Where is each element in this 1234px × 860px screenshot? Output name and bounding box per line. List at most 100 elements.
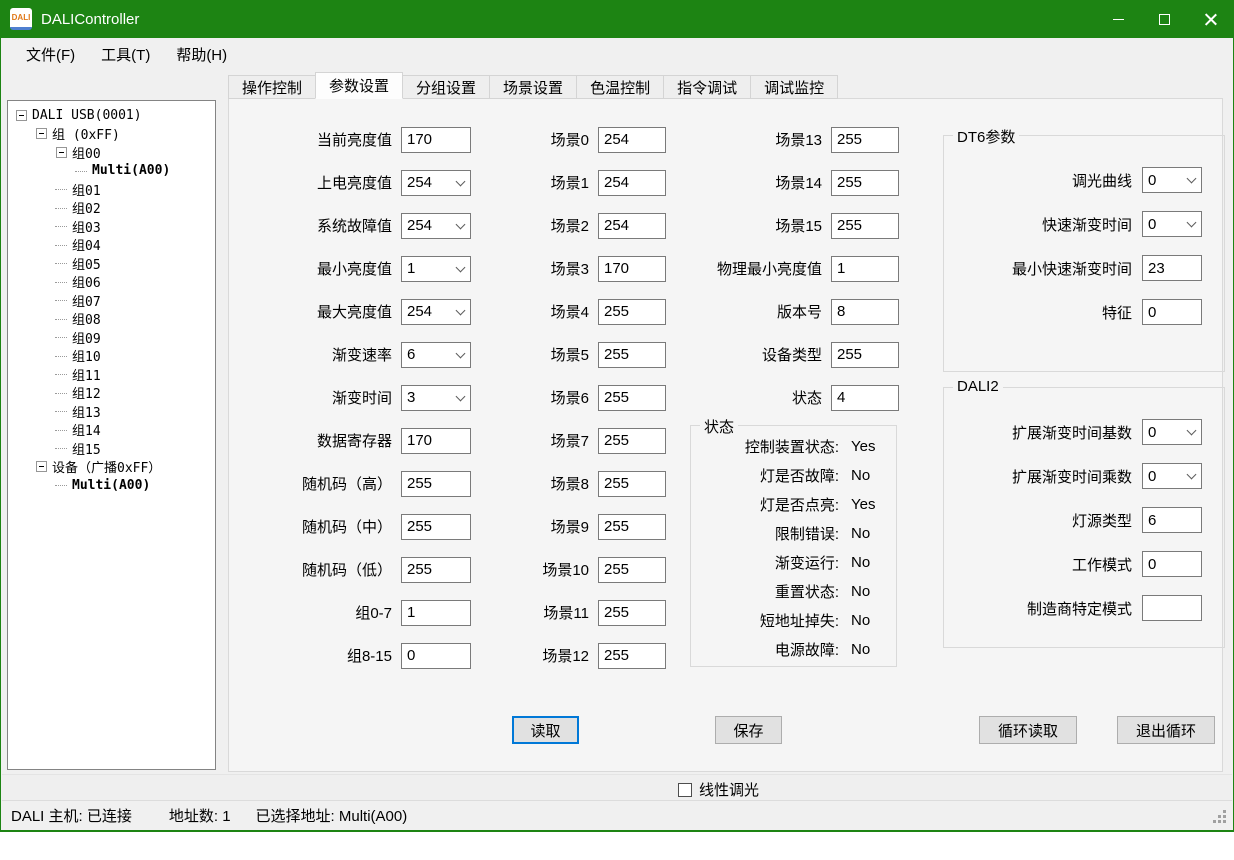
- param-label: 渐变时间: [237, 387, 392, 408]
- field-input[interactable]: [1142, 507, 1202, 533]
- scene-input[interactable]: [598, 213, 666, 239]
- loop-read-button[interactable]: 循环读取: [979, 716, 1077, 744]
- scene-input[interactable]: [598, 600, 666, 626]
- tab[interactable]: 分组设置: [402, 75, 490, 99]
- tab[interactable]: 调试监控: [750, 75, 838, 99]
- tab[interactable]: 参数设置: [315, 72, 403, 99]
- exit-loop-button[interactable]: 退出循环: [1117, 716, 1215, 744]
- scene-input[interactable]: [598, 170, 666, 196]
- menu-item[interactable]: 工具(T): [88, 38, 163, 71]
- read-button[interactable]: 读取: [512, 716, 579, 744]
- param-input[interactable]: [401, 471, 471, 497]
- scene-input[interactable]: [598, 471, 666, 497]
- param-input[interactable]: [401, 557, 471, 583]
- scene-label: 场景9: [489, 516, 589, 537]
- param-row: 渐变时间: [237, 376, 471, 419]
- info-input[interactable]: [831, 256, 899, 282]
- tree-item[interactable]: 组00: [8, 143, 215, 162]
- scene-input[interactable]: [598, 514, 666, 540]
- param-row: 随机码（中）: [237, 505, 471, 548]
- scene-input[interactable]: [598, 342, 666, 368]
- param-input[interactable]: [401, 127, 471, 153]
- linear-dimming-checkbox-row: 线性调光: [678, 779, 759, 800]
- info-field: [831, 256, 899, 282]
- tree-expander-icon[interactable]: [36, 461, 47, 472]
- linear-dimming-checkbox[interactable]: [678, 783, 692, 797]
- param-input[interactable]: [401, 643, 471, 669]
- save-button[interactable]: 保存: [715, 716, 782, 744]
- tree-item[interactable]: 组06: [8, 273, 215, 292]
- menu-item[interactable]: 帮助(H): [163, 38, 240, 71]
- tree-item[interactable]: 组 (0xFF): [8, 125, 215, 144]
- tree-item[interactable]: 组10: [8, 347, 215, 366]
- info-input[interactable]: [831, 127, 899, 153]
- tree-item[interactable]: DALI USB(0001): [8, 106, 215, 125]
- tab[interactable]: 色温控制: [576, 75, 664, 99]
- info-field: [831, 170, 899, 196]
- menu-item-label: 工具(T): [101, 44, 150, 65]
- tree-item[interactable]: Multi(A00): [8, 162, 215, 181]
- scene-row: 场景3: [489, 247, 666, 290]
- tree-item[interactable]: 设备（广播0xFF）: [8, 458, 215, 477]
- info-input[interactable]: [831, 385, 899, 411]
- tree-item[interactable]: 组12: [8, 384, 215, 403]
- field-input[interactable]: [1142, 551, 1202, 577]
- app-window: DALI DALIController 文件(F) 工具(T) 帮助(H) 操: [0, 0, 1234, 832]
- info-input[interactable]: [831, 299, 899, 325]
- status-label: 重置状态:: [691, 581, 839, 602]
- info-input[interactable]: [831, 342, 899, 368]
- field-input[interactable]: [1142, 595, 1202, 621]
- tree-item[interactable]: 组05: [8, 254, 215, 273]
- info-input[interactable]: [831, 213, 899, 239]
- scene-input[interactable]: [598, 385, 666, 411]
- param-field: [401, 213, 471, 239]
- tree-item[interactable]: 组15: [8, 439, 215, 458]
- field-input[interactable]: [1142, 299, 1202, 325]
- param-label: 渐变速率: [237, 344, 392, 365]
- minimize-icon: [1113, 19, 1124, 20]
- tab[interactable]: 场景设置: [489, 75, 577, 99]
- status-bar: DALI 主机: 已连接 地址数: 1 已选择地址: Multi(A00): [2, 800, 1232, 830]
- tree-expander-icon[interactable]: [16, 110, 27, 121]
- scene-input[interactable]: [598, 557, 666, 583]
- scene-input[interactable]: [598, 127, 666, 153]
- tree-item[interactable]: 组08: [8, 310, 215, 329]
- field-box: [1142, 463, 1202, 489]
- tree-item[interactable]: 组13: [8, 402, 215, 421]
- scene-input[interactable]: [598, 299, 666, 325]
- param-input[interactable]: [401, 428, 471, 454]
- tree-item[interactable]: 组07: [8, 291, 215, 310]
- info-input[interactable]: [831, 170, 899, 196]
- tab[interactable]: 操作控制: [228, 75, 316, 99]
- scene-field: [598, 557, 666, 583]
- tree-item[interactable]: 组14: [8, 421, 215, 440]
- device-tree: DALI USB(0001) 组 (0xFF) 组00 Multi(A00) 组…: [7, 100, 216, 770]
- tree-expander-icon[interactable]: [56, 147, 67, 158]
- maximize-button[interactable]: [1141, 0, 1187, 38]
- menu-item[interactable]: 文件(F): [13, 38, 88, 71]
- tree-item[interactable]: 组11: [8, 365, 215, 384]
- param-input[interactable]: [401, 600, 471, 626]
- tree-item[interactable]: 组09: [8, 328, 215, 347]
- scene-row: 场景4: [489, 290, 666, 333]
- tree-item[interactable]: 组01: [8, 180, 215, 199]
- param-label: 组8-15: [237, 645, 392, 666]
- scene-input[interactable]: [598, 643, 666, 669]
- tab-label: 调试监控: [764, 77, 824, 98]
- field-input[interactable]: [1142, 255, 1202, 281]
- tab[interactable]: 指令调试: [663, 75, 751, 99]
- tree-item[interactable]: 组04: [8, 236, 215, 255]
- param-row: 组0-7: [237, 591, 471, 634]
- scene-input[interactable]: [598, 256, 666, 282]
- tree-item[interactable]: Multi(A00): [8, 476, 215, 495]
- close-button[interactable]: [1187, 0, 1233, 38]
- scene-input[interactable]: [598, 428, 666, 454]
- tree-item[interactable]: 组02: [8, 199, 215, 218]
- resize-grip[interactable]: [1213, 810, 1227, 824]
- tree-item[interactable]: 组03: [8, 217, 215, 236]
- tree-expander-icon[interactable]: [36, 128, 47, 139]
- minimize-button[interactable]: [1095, 0, 1141, 38]
- param-input[interactable]: [401, 514, 471, 540]
- status-value: No: [851, 612, 870, 629]
- field-box: [1142, 255, 1202, 281]
